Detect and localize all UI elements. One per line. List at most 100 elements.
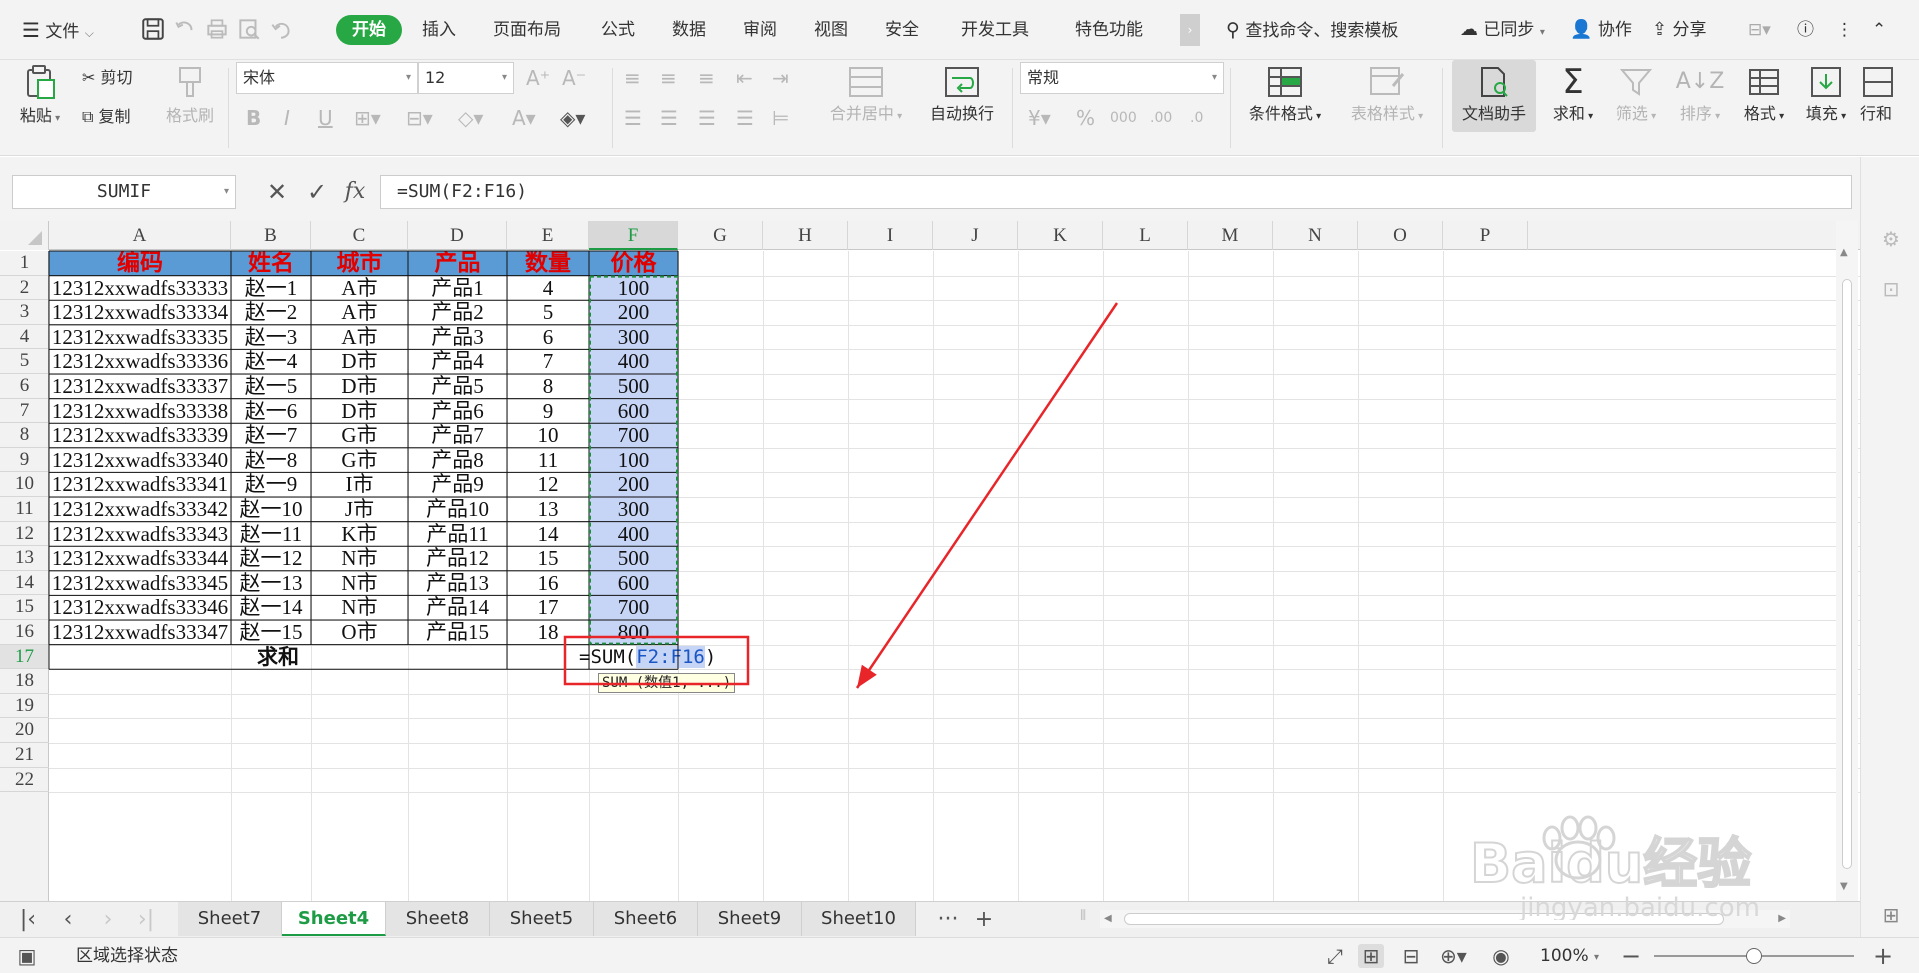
table-cell[interactable]: 赵一13 [231, 571, 311, 596]
zoom-out-button[interactable]: − [1618, 944, 1644, 968]
sum-label-cell[interactable]: 求和 [49, 645, 507, 670]
zoom-slider-track[interactable] [1654, 948, 1854, 964]
table-cell[interactable]: 赵一2 [231, 300, 311, 325]
increase-font-icon[interactable]: A⁺ [526, 66, 550, 90]
sheet-tab-sheet5[interactable]: Sheet5 [490, 902, 594, 936]
more-options-icon[interactable]: ⋮ [1836, 16, 1853, 44]
spreadsheet-grid[interactable]: ABCDEFGHIJKLMNOP 1 2 3 4 5 6 7 8 9 10 11 12 13 14 15 16… [0, 221, 1860, 901]
table-cell[interactable]: 200 [589, 300, 678, 325]
table-cell[interactable]: J市 [311, 497, 408, 522]
font-color-icon[interactable]: A▾ [512, 106, 536, 130]
table-cell[interactable]: 赵一8 [231, 448, 311, 473]
tab-splitter-icon[interactable]: ⦀ [1080, 908, 1086, 924]
table-cell[interactable]: 7 [507, 349, 589, 374]
copy-button[interactable]: ⧉ 复制 [82, 105, 131, 129]
table-cell[interactable]: D市 [311, 399, 408, 424]
row-header-2[interactable]: 2 [0, 276, 49, 301]
fullscreen-icon[interactable]: ⤢ [1322, 944, 1348, 968]
table-cell[interactable]: 600 [589, 571, 678, 596]
panel-icon[interactable]: ⊡ [1879, 277, 1903, 301]
indent-increase-icon[interactable]: ⇥ [772, 66, 789, 90]
table-cell[interactable]: 12312xxwadfs33346 [49, 595, 231, 620]
row-header-6[interactable]: 6 [0, 374, 49, 399]
border-icon[interactable]: ⊞▾ [354, 106, 381, 130]
font-size-select[interactable]: 12 ▾ [418, 62, 514, 94]
table-cell[interactable]: 赵一10 [231, 497, 311, 522]
row-header-14[interactable]: 14 [0, 571, 49, 596]
table-cell[interactable]: 17 [507, 595, 589, 620]
undo-icon[interactable] [268, 16, 294, 42]
sheet-tab-sheet8[interactable]: Sheet8 [386, 902, 490, 936]
row-header-11[interactable]: 11 [0, 497, 49, 522]
vertical-scroll-thumb[interactable] [1842, 279, 1852, 869]
undo-history-icon[interactable] [172, 16, 198, 42]
tab-review[interactable]: 审阅 [743, 16, 777, 44]
clear-format-icon[interactable]: ◈▾ [560, 106, 585, 130]
sum-button[interactable]: Σ 求和 ▾ [1546, 64, 1600, 124]
row-header-21[interactable]: 21 [0, 743, 49, 768]
more-sheets-icon[interactable]: ··· [934, 906, 962, 934]
table-cell[interactable]: A市 [311, 325, 408, 350]
distributed-icon[interactable]: ⊨ [772, 106, 789, 130]
tab-data[interactable]: 数据 [672, 16, 706, 44]
tab-special-features[interactable]: 特色功能 [1075, 16, 1143, 44]
row-header-16[interactable]: 16 [0, 620, 49, 645]
save-icon[interactable] [140, 16, 166, 42]
table-cell[interactable]: 产品4 [408, 349, 507, 374]
table-cell[interactable]: 产品14 [408, 595, 507, 620]
table-cell[interactable]: 赵一3 [231, 325, 311, 350]
justify-icon[interactable]: ☰ [736, 106, 754, 130]
table-cell[interactable]: 12312xxwadfs33333 [49, 276, 231, 301]
sheet-tab-sheet7[interactable]: Sheet7 [178, 902, 282, 936]
name-box[interactable]: SUMIF ▾ [12, 175, 236, 209]
table-cell[interactable]: 产品8 [408, 448, 507, 473]
collaborate-button[interactable]: 👤 协作 [1570, 16, 1632, 44]
table-cell[interactable]: N市 [311, 595, 408, 620]
wrap-text-button[interactable]: 自动换行 [922, 64, 1002, 124]
table-cell[interactable]: 4 [507, 276, 589, 301]
column-header-e[interactable]: E [507, 221, 589, 250]
horizontal-scroll-thumb[interactable] [1124, 913, 1724, 925]
table-cell[interactable]: 12312xxwadfs33344 [49, 546, 231, 571]
increase-decimal-icon[interactable]: .00 [1150, 106, 1172, 130]
table-cell[interactable]: 赵一11 [231, 522, 311, 547]
conditional-format-button[interactable]: 条件格式 ▾ [1240, 64, 1330, 124]
table-cell[interactable]: 12312xxwadfs33343 [49, 522, 231, 547]
table-cell[interactable]: 产品12 [408, 546, 507, 571]
settings-icon[interactable]: ⚙ [1879, 227, 1903, 251]
align-middle-icon[interactable]: ≡ [660, 66, 677, 90]
column-header-i[interactable]: I [848, 221, 933, 250]
header-cell[interactable]: 姓名 [231, 251, 311, 276]
vertical-scrollbar[interactable]: ▲ ▼ [1836, 221, 1858, 901]
table-cell[interactable]: 赵一7 [231, 423, 311, 448]
reading-mode-icon[interactable]: ⊕▾ [1440, 944, 1467, 968]
table-cell[interactable]: 12312xxwadfs33339 [49, 423, 231, 448]
table-cell[interactable]: 14 [507, 522, 589, 547]
cell-style-icon[interactable]: ⊟▾ [406, 106, 433, 130]
table-cell[interactable]: 产品5 [408, 374, 507, 399]
table-cell[interactable]: D市 [311, 349, 408, 374]
column-header-l[interactable]: L [1103, 221, 1188, 250]
table-cell[interactable]: 12312xxwadfs33345 [49, 571, 231, 596]
column-header-a[interactable]: A [49, 221, 231, 250]
table-cell[interactable]: 12312xxwadfs33338 [49, 399, 231, 424]
table-cell[interactable]: 8 [507, 374, 589, 399]
table-cell[interactable]: 12312xxwadfs33342 [49, 497, 231, 522]
table-cell[interactable]: 600 [589, 399, 678, 424]
confirm-icon[interactable]: ✓ [300, 175, 334, 209]
table-cell[interactable]: 500 [589, 374, 678, 399]
column-header-m[interactable]: M [1188, 221, 1273, 250]
zoom-level[interactable]: 100% [1540, 938, 1589, 974]
table-cell[interactable]: 800 [589, 620, 678, 645]
select-all-corner[interactable] [0, 221, 49, 250]
table-cell[interactable]: 12312xxwadfs33347 [49, 620, 231, 645]
table-cell[interactable]: 300 [589, 325, 678, 350]
sync-status[interactable]: ☁ 已同步 ▾ [1460, 16, 1545, 44]
table-cell[interactable]: N市 [311, 571, 408, 596]
column-header-h[interactable]: H [763, 221, 848, 250]
tab-security[interactable]: 安全 [885, 16, 919, 44]
table-cell[interactable]: 16 [507, 571, 589, 596]
indent-decrease-icon[interactable]: ⇤ [736, 66, 753, 90]
row-header-19[interactable]: 19 [0, 694, 49, 719]
align-center-icon[interactable]: ☰ [660, 106, 678, 130]
